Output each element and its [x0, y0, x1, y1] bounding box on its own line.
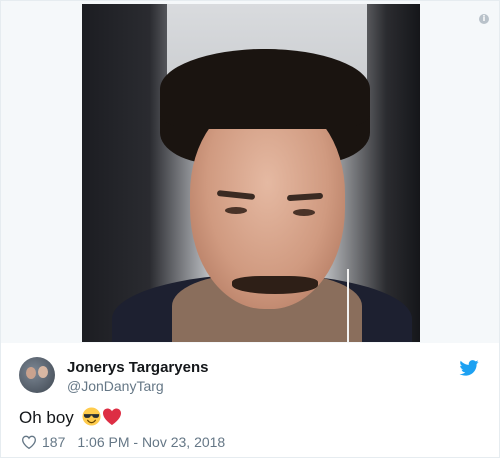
author-name[interactable]: Jonerys Targaryens — [67, 359, 208, 376]
avatar[interactable] — [19, 357, 55, 393]
like-count[interactable]: 187 — [42, 434, 65, 450]
tweet-text: Oh boy — [19, 407, 122, 428]
heart-emoji-icon — [102, 408, 121, 425]
tweet-timestamp[interactable]: 1:06 PM - Nov 23, 2018 — [77, 434, 225, 450]
sunglasses-emoji-icon — [82, 407, 101, 426]
tweet-photo[interactable] — [82, 4, 420, 342]
tweet-text-content: Oh boy — [19, 408, 74, 427]
info-icon[interactable]: i — [479, 14, 489, 24]
tweet-media[interactable]: i — [1, 1, 499, 343]
author-handle[interactable]: @JonDanyTarg — [67, 378, 164, 394]
tweet-meta: 187 1:06 PM - Nov 23, 2018 — [21, 434, 225, 450]
twitter-bird-icon[interactable] — [459, 360, 479, 376]
tweet-card: i Jonerys Targaryens @JonDanyTarg Oh boy… — [0, 0, 500, 458]
like-heart-icon[interactable] — [21, 434, 37, 450]
